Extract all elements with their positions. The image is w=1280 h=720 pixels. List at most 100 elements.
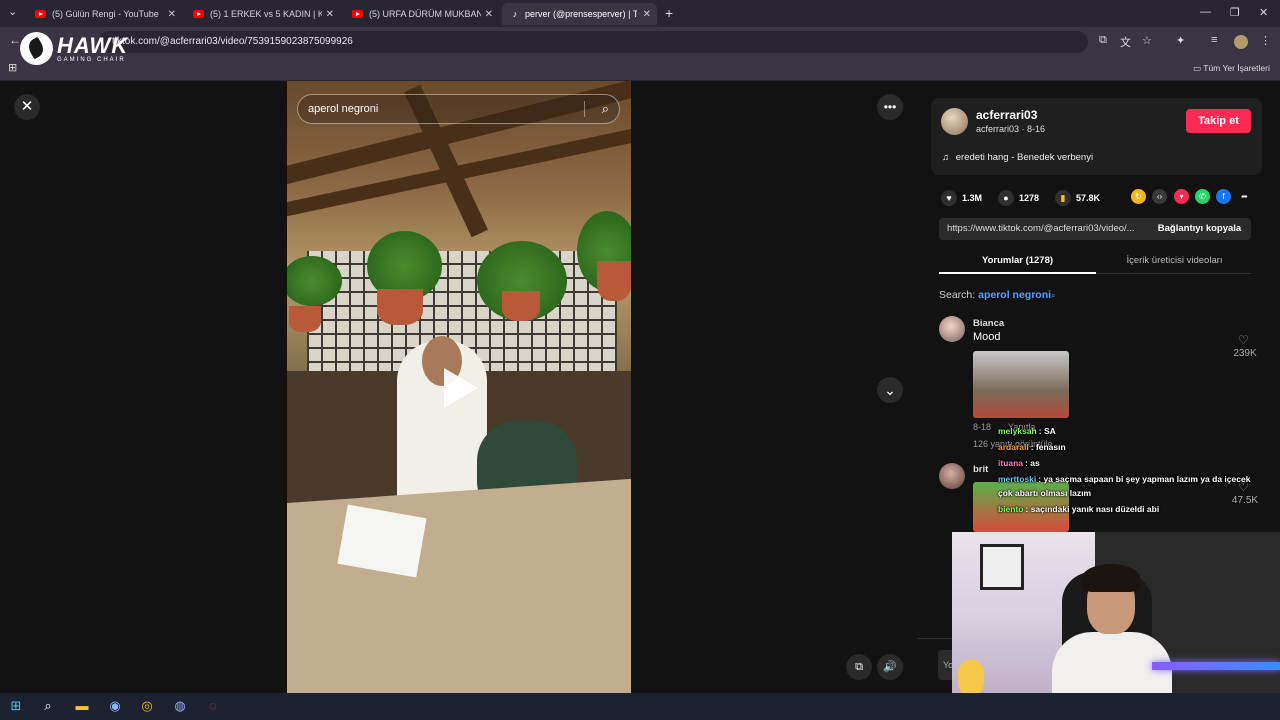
reading-list-icon[interactable]: ≡ bbox=[1211, 34, 1217, 46]
tab-comments[interactable]: Yorumlar (1278) bbox=[939, 250, 1096, 274]
webcam-poster bbox=[980, 544, 1024, 590]
chat-message: biento: saçındaki yanık nası düzeldi abi bbox=[998, 504, 1160, 514]
follow-button[interactable]: Takip et bbox=[1186, 109, 1251, 133]
file-explorer-icon[interactable]: ▬ bbox=[74, 698, 90, 714]
tab-youtube-2[interactable]: (5) 1 ERKEK vs 5 KADIN | KIYAFE ✕ bbox=[185, 3, 340, 25]
bookmark-icon: ▮ bbox=[1055, 190, 1071, 206]
comment-author[interactable]: Bianca bbox=[973, 318, 1004, 329]
close-icon[interactable]: ✕ bbox=[168, 9, 176, 20]
comment-image[interactable] bbox=[973, 351, 1069, 418]
heart-icon: ♥ bbox=[941, 190, 957, 206]
obs-icon[interactable]: ◌ bbox=[205, 698, 221, 714]
video-frame-art bbox=[377, 289, 423, 325]
close-icon[interactable]: ✕ bbox=[643, 9, 651, 20]
chrome-menu-icon[interactable]: ⋮ bbox=[1260, 34, 1271, 47]
search-icon[interactable]: ⌕ bbox=[40, 698, 56, 714]
copy-link-button[interactable]: Bağlantıyı kopyala bbox=[1148, 218, 1251, 240]
video-frame-art bbox=[502, 291, 540, 321]
translate-icon[interactable]: 文 bbox=[1120, 34, 1131, 50]
comment-avatar[interactable] bbox=[939, 463, 965, 489]
minimize-icon[interactable]: — bbox=[1200, 6, 1211, 18]
active-tab-indicator bbox=[939, 272, 1096, 274]
chat-message: merttoski: ya saçma sapaan bi şey yapman… bbox=[998, 474, 1251, 484]
chat-message: ardarall: fenasın bbox=[998, 442, 1066, 452]
youtube-icon bbox=[193, 10, 204, 18]
close-icon[interactable]: ✕ bbox=[485, 9, 493, 20]
embed-icon[interactable]: ‹› bbox=[1152, 189, 1167, 204]
chat-message: melyksah: SA bbox=[998, 426, 1056, 436]
tab-tiktok-active[interactable]: ♪ perver (@prensesperver) | TikTo ✕ bbox=[502, 3, 657, 25]
repost-icon[interactable]: ↻ bbox=[1131, 189, 1146, 204]
folder-icon: ▭ bbox=[1193, 63, 1202, 73]
play-icon[interactable] bbox=[444, 368, 478, 408]
search-icon[interactable]: ⌕ bbox=[602, 95, 609, 123]
app-icon[interactable]: ◉ bbox=[107, 698, 123, 714]
comment-text: Mood bbox=[973, 331, 1001, 343]
webcam-toy bbox=[958, 660, 984, 696]
window-close-icon[interactable]: ✕ bbox=[1259, 6, 1268, 19]
chat-message: ituana: as bbox=[998, 458, 1040, 468]
like-stat[interactable]: ♥ 1.3M bbox=[941, 190, 982, 206]
comment-like-icon[interactable]: ♡ bbox=[1238, 333, 1249, 347]
next-video-chevron-icon[interactable]: ⌄ bbox=[877, 377, 903, 403]
discord-icon[interactable]: ◍ bbox=[172, 698, 188, 714]
video-search-input[interactable]: aperol negroni ⌕ bbox=[297, 94, 620, 124]
comment-icon: ● bbox=[998, 190, 1014, 206]
webcam-person-hair bbox=[1082, 564, 1140, 592]
send-icon[interactable]: ▾ bbox=[1174, 189, 1189, 204]
windows-taskbar bbox=[0, 693, 1280, 720]
author-subline: acferrari03 · 8-16 bbox=[976, 124, 1046, 134]
chrome-icon[interactable]: ◎ bbox=[139, 698, 155, 714]
extensions-puzzle-icon[interactable]: ✦ bbox=[1176, 34, 1185, 47]
video-frame-art bbox=[289, 306, 321, 332]
music-line[interactable]: ♫ eredeti hang - Benedek verbenyi bbox=[942, 152, 1093, 163]
save-stat[interactable]: ▮ 57.8K bbox=[1055, 190, 1100, 206]
comment-date: 8-18 bbox=[973, 422, 992, 432]
close-video-icon[interactable]: ✕ bbox=[14, 94, 40, 120]
webcam-neon-light bbox=[1152, 662, 1280, 670]
new-tab-plus-icon[interactable]: + bbox=[665, 5, 673, 21]
comment-stat[interactable]: ● 1278 bbox=[998, 190, 1039, 206]
comment-input[interactable]: Yo bbox=[938, 650, 952, 680]
tab-youtube-1[interactable]: (5) Gülün Rengi - YouTube ✕ bbox=[27, 3, 182, 25]
install-app-icon[interactable]: ⧉ bbox=[1099, 34, 1107, 47]
close-icon[interactable]: ✕ bbox=[326, 9, 334, 20]
browser-tab-strip: ⌄ (5) Gülün Rengi - YouTube ✕ (5) 1 ERKE… bbox=[0, 0, 1280, 27]
comment-author[interactable]: brit bbox=[973, 464, 988, 475]
address-input[interactable]: tiktok.com/@acferrari03/video/7539159023… bbox=[98, 31, 1088, 53]
tab-creator-videos[interactable]: İçerik üreticisi videoları bbox=[1096, 250, 1253, 274]
bookmarks-bar: ⊞ ▭ Tüm Yer İşaretleri bbox=[0, 57, 1280, 81]
video-frame-art bbox=[287, 477, 631, 693]
all-bookmarks[interactable]: ▭ Tüm Yer İşaretleri bbox=[1193, 63, 1270, 74]
comment-input-divider bbox=[918, 638, 952, 639]
address-toolbar: ← tiktok.com/@acferrari03/video/75391590… bbox=[0, 27, 1280, 57]
youtube-icon bbox=[35, 10, 46, 18]
video-frame-art bbox=[597, 261, 631, 301]
windows-start-icon[interactable]: ⊞ bbox=[8, 698, 24, 714]
author-username[interactable]: acferrari03 bbox=[976, 108, 1037, 122]
youtube-icon bbox=[352, 10, 363, 18]
comment-like-count: 239K bbox=[1233, 348, 1257, 359]
hawk-logo: HAWK GAMING CHAIR bbox=[20, 32, 128, 65]
volume-icon[interactable]: 🔊 bbox=[877, 654, 903, 680]
search-suggestion[interactable]: Search: aperol negroni⌕ bbox=[939, 289, 1056, 301]
tab-search-chevron-icon[interactable]: ⌄ bbox=[8, 5, 17, 18]
more-options-icon[interactable]: ••• bbox=[877, 94, 903, 120]
bookmark-star-icon[interactable]: ☆ bbox=[1142, 34, 1152, 47]
facebook-icon[interactable]: f bbox=[1216, 189, 1231, 204]
tiktok-icon: ♪ bbox=[512, 9, 518, 19]
apps-grid-icon[interactable]: ⊞ bbox=[8, 61, 17, 74]
comment-avatar[interactable] bbox=[939, 316, 965, 342]
hawk-logo-mark bbox=[20, 32, 53, 65]
chat-message: çok abartı olması lazım bbox=[998, 488, 1092, 498]
share-arrow-icon[interactable]: ➦ bbox=[1237, 189, 1252, 204]
music-note-icon: ♫ bbox=[942, 152, 950, 163]
tab-youtube-3[interactable]: (5) URFA DÜRÜM MUKBANG İL ✕ bbox=[344, 3, 499, 25]
search-divider bbox=[584, 101, 585, 117]
author-avatar[interactable] bbox=[941, 108, 968, 135]
streamer-webcam bbox=[952, 532, 1280, 716]
profile-avatar[interactable] bbox=[1234, 35, 1248, 49]
whatsapp-icon[interactable]: ✆ bbox=[1195, 189, 1210, 204]
restore-icon[interactable]: ❐ bbox=[1230, 6, 1240, 19]
pip-icon[interactable]: ⧉ bbox=[846, 654, 872, 680]
